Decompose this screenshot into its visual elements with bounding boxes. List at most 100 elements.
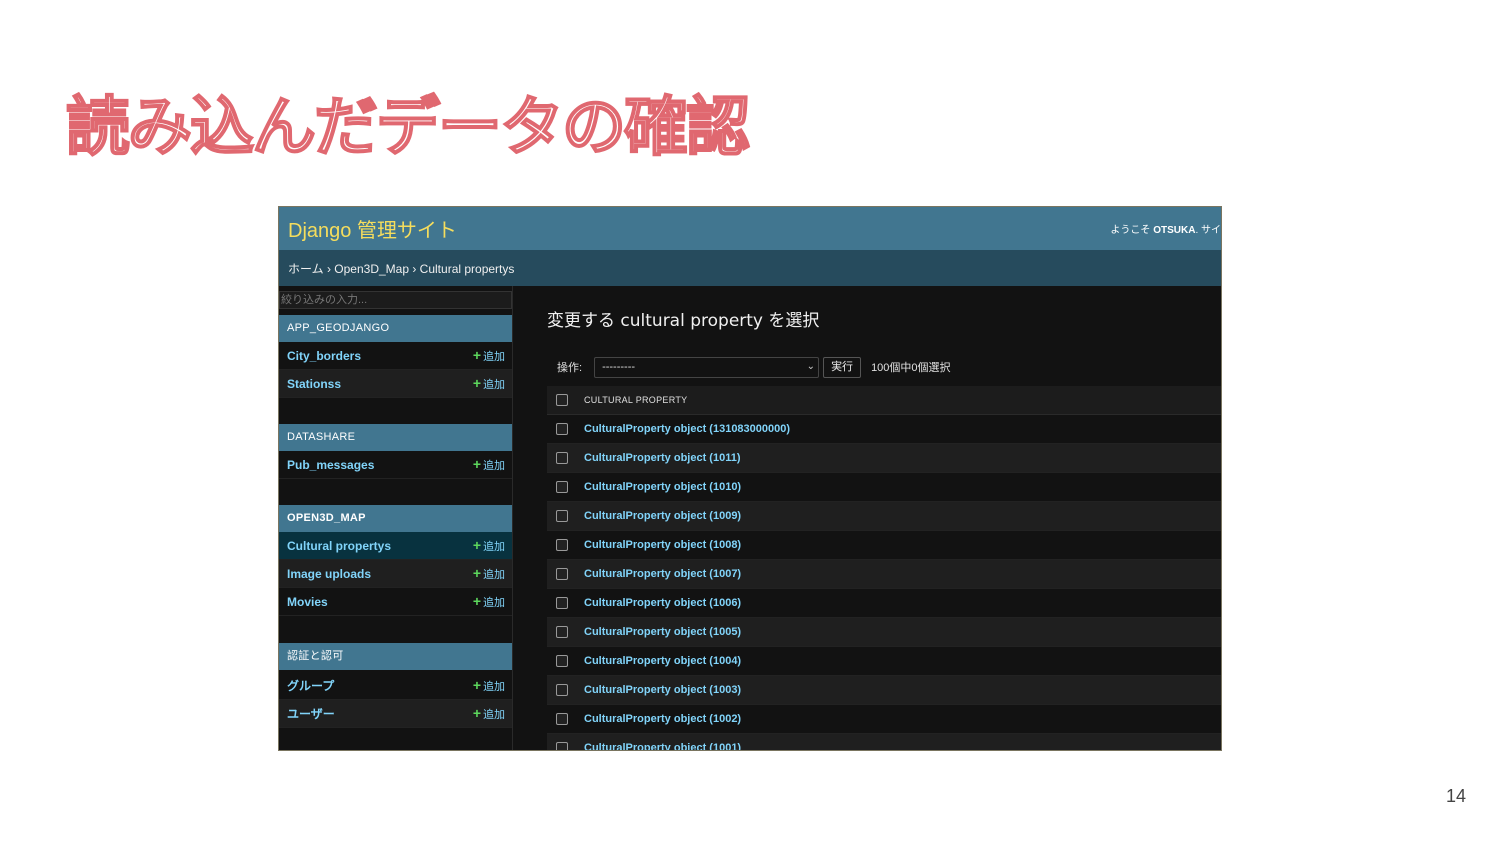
add-label: 追加	[483, 351, 505, 363]
site-brand-link[interactable]: Django 管理サイト	[288, 214, 457, 243]
model-link[interactable]: City_borders	[287, 349, 361, 363]
table-row: CulturalProperty object (1003)	[547, 676, 1221, 705]
object-link[interactable]: CulturalProperty object (1009)	[584, 510, 741, 522]
row-checkbox[interactable]	[556, 713, 568, 725]
table-row: CulturalProperty object (1007)	[547, 560, 1221, 589]
add-button[interactable]: + 追加	[473, 593, 505, 610]
model-link[interactable]: Movies	[287, 595, 328, 609]
add-button[interactable]: + 追加	[473, 537, 505, 554]
sidebar-item-groups: グループ + 追加	[279, 672, 512, 700]
object-link[interactable]: CulturalProperty object (1001)	[584, 742, 741, 750]
table-row: CulturalProperty object (1005)	[547, 618, 1221, 647]
add-button[interactable]: + 追加	[473, 456, 505, 473]
add-label: 追加	[483, 597, 505, 609]
username: OTSUKA	[1153, 225, 1196, 236]
sidebar-item-city-borders: City_borders + 追加	[279, 342, 512, 370]
sidebar-item-image-uploads: Image uploads + 追加	[279, 560, 512, 588]
table-row: CulturalProperty object (1009)	[547, 502, 1221, 531]
add-label: 追加	[483, 709, 505, 721]
slide-title: 読み込んだデータの確認	[65, 90, 751, 166]
model-link[interactable]: Image uploads	[287, 567, 371, 581]
sidebar-item-pub-messages: Pub_messages + 追加	[279, 451, 512, 479]
add-button[interactable]: + 追加	[473, 677, 505, 694]
table-row: CulturalProperty object (131083000000)	[547, 415, 1221, 444]
row-checkbox[interactable]	[556, 510, 568, 522]
table-row: CulturalProperty object (1006)	[547, 589, 1221, 618]
row-checkbox[interactable]	[556, 597, 568, 609]
object-link[interactable]: CulturalProperty object (1006)	[584, 597, 741, 609]
row-checkbox[interactable]	[556, 481, 568, 493]
table-row: CulturalProperty object (1011)	[547, 444, 1221, 473]
object-link[interactable]: CulturalProperty object (1011)	[584, 452, 741, 464]
add-button[interactable]: + 追加	[473, 347, 505, 364]
add-label: 追加	[483, 379, 505, 391]
plus-icon: +	[472, 456, 481, 472]
page-number: 14	[1445, 786, 1466, 806]
plus-icon: +	[472, 347, 481, 363]
plus-icon: +	[472, 705, 481, 721]
add-label: 追加	[483, 541, 505, 553]
django-admin-screenshot: Django 管理サイト ようこそ OTSUKA. サイ ホーム › Open3…	[278, 206, 1222, 751]
nav-sidebar: 絞り込みの入力... APP_GEODJANGO City_borders + 追…	[279, 286, 513, 750]
model-link[interactable]: Pub_messages	[287, 458, 374, 472]
action-select[interactable]: --------- ⌄	[594, 356, 820, 378]
row-checkbox[interactable]	[556, 423, 568, 435]
object-link[interactable]: CulturalProperty object (1005)	[584, 626, 741, 638]
add-label: 追加	[483, 460, 505, 472]
model-link[interactable]: Cultural propertys	[287, 539, 391, 553]
sidebar-item-stationss: Stationss + 追加	[279, 370, 512, 398]
module-caption-app-geodjango[interactable]: APP_GEODJANGO	[279, 315, 512, 342]
table-row: CulturalProperty object (1001)	[547, 734, 1221, 750]
module-caption-open3d-map[interactable]: OPEN3D_MAP	[279, 505, 512, 532]
model-link[interactable]: グループ	[287, 677, 334, 694]
plus-icon: +	[472, 375, 481, 391]
add-button[interactable]: + 追加	[473, 565, 505, 582]
object-link[interactable]: CulturalProperty object (1008)	[584, 539, 741, 551]
add-label: 追加	[483, 569, 505, 581]
row-checkbox[interactable]	[556, 626, 568, 638]
select-all-checkbox[interactable]	[556, 394, 568, 406]
add-label: 追加	[483, 681, 505, 693]
row-checkbox[interactable]	[556, 452, 568, 464]
table-row: CulturalProperty object (1010)	[547, 473, 1221, 502]
add-button[interactable]: + 追加	[473, 705, 505, 722]
model-link[interactable]: Stationss	[287, 377, 341, 391]
sidebar-item-cultural-propertys: Cultural propertys + 追加	[279, 532, 512, 560]
breadcrumb: ホーム › Open3D_Map › Cultural propertys	[279, 250, 1221, 286]
row-checkbox[interactable]	[556, 684, 568, 696]
object-link[interactable]: CulturalProperty object (1002)	[584, 713, 741, 725]
table-row: CulturalProperty object (1008)	[547, 531, 1221, 560]
table-row: CulturalProperty object (1004)	[547, 647, 1221, 676]
row-checkbox[interactable]	[556, 568, 568, 580]
action-selected-value: ---------	[602, 360, 636, 373]
changelist-content: 変更する cultural property を選択 操作: ---------…	[547, 286, 1221, 750]
admin-header: Django 管理サイト ようこそ OTSUKA. サイ	[279, 207, 1221, 250]
user-tools-rest[interactable]: . サイ	[1195, 225, 1221, 236]
selection-counter: 100個中0個選択	[871, 362, 951, 374]
sidebar-item-movies: Movies + 追加	[279, 588, 512, 616]
plus-icon: +	[472, 537, 481, 553]
welcome-text: ようこそ	[1110, 225, 1151, 236]
module-caption-auth[interactable]: 認証と認可	[279, 643, 512, 670]
object-link[interactable]: CulturalProperty object (1003)	[584, 684, 741, 696]
module-caption-datashare[interactable]: DATASHARE	[279, 424, 512, 451]
sidebar-item-users: ユーザー + 追加	[279, 700, 512, 728]
plus-icon: +	[472, 565, 481, 581]
column-header[interactable]: CULTURAL PROPERTY	[584, 395, 687, 405]
object-link[interactable]: CulturalProperty object (1004)	[584, 655, 741, 667]
model-link[interactable]: ユーザー	[287, 705, 335, 722]
row-checkbox[interactable]	[556, 539, 568, 551]
table-row: CulturalProperty object (1002)	[547, 705, 1221, 734]
row-checkbox[interactable]	[556, 742, 568, 750]
object-link[interactable]: CulturalProperty object (131083000000)	[584, 423, 790, 435]
add-button[interactable]: + 追加	[473, 375, 505, 392]
run-action-button[interactable]: 実行	[823, 356, 862, 378]
plus-icon: +	[472, 593, 481, 609]
user-tools: ようこそ OTSUKA. サイ	[1110, 221, 1221, 236]
action-label: 操作:	[557, 362, 583, 374]
row-checkbox[interactable]	[556, 655, 568, 667]
object-link[interactable]: CulturalProperty object (1007)	[584, 568, 741, 580]
nav-filter-input[interactable]: 絞り込みの入力...	[279, 291, 512, 309]
plus-icon: +	[472, 677, 481, 693]
object-link[interactable]: CulturalProperty object (1010)	[584, 481, 741, 493]
